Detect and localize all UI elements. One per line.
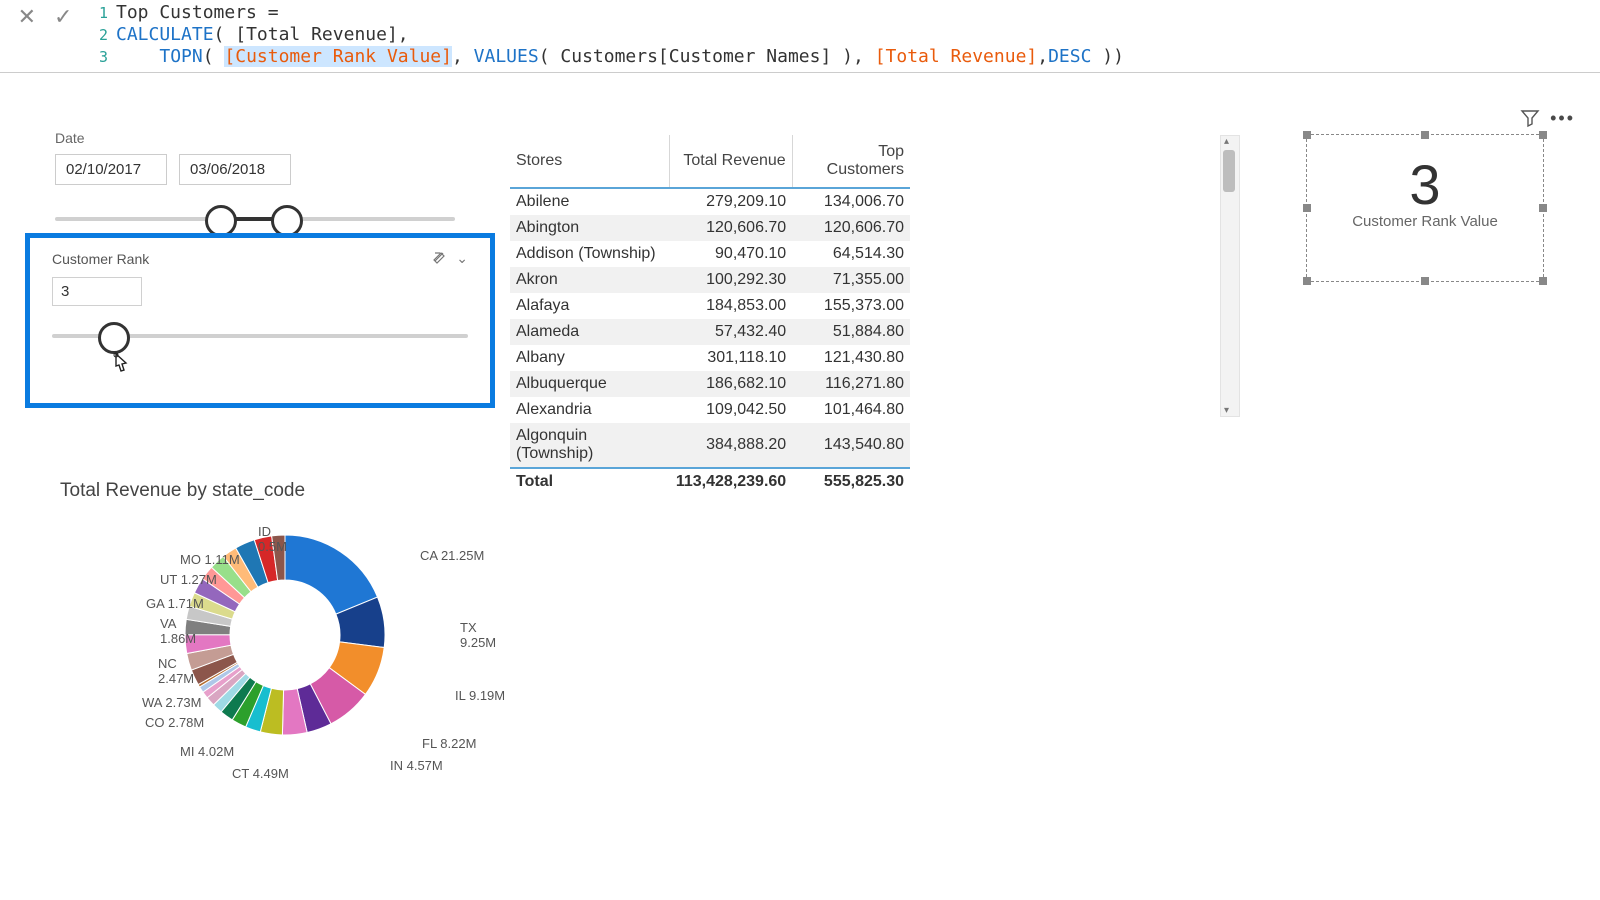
filter-icon[interactable] — [1520, 108, 1540, 133]
donut-label: IN 4.57M — [390, 758, 443, 773]
customer-rank-card[interactable]: 3 Customer Rank Value — [1310, 138, 1540, 278]
chevron-down-icon[interactable]: ⌄ — [456, 250, 468, 267]
dax-editor[interactable]: 1Top Customers = 2CALCULATE( [Total Reve… — [90, 0, 1600, 72]
date-from-input[interactable]: 02/10/2017 — [55, 154, 167, 185]
table-total-row: Total 113,428,239.60 555,825.30 — [510, 468, 910, 495]
cancel-formula-icon[interactable]: ✕ — [18, 4, 36, 30]
table-row[interactable]: Abington120,606.70120,606.70 — [510, 215, 910, 241]
clear-selection-icon[interactable] — [432, 250, 446, 267]
donut-label: VA 1.86M — [160, 616, 196, 646]
cursor-pointer-icon — [108, 352, 130, 384]
col-total-revenue[interactable]: Total Revenue — [670, 135, 792, 188]
table-row[interactable]: Albany301,118.10121,430.80 — [510, 345, 910, 371]
donut-label: CO 2.78M — [145, 715, 204, 730]
donut-label: CA 21.25M — [420, 548, 484, 563]
table-row[interactable]: Albuquerque186,682.10116,271.80 — [510, 371, 910, 397]
rank-value-input[interactable]: 3 — [52, 277, 142, 306]
donut-label: NC 2.47M — [158, 656, 194, 686]
donut-label: UT 1.27M — [160, 572, 217, 587]
selection-outline — [1306, 134, 1544, 282]
date-slicer-title: Date — [55, 130, 455, 146]
commit-formula-icon[interactable]: ✓ — [54, 4, 72, 30]
col-stores[interactable]: Stores — [510, 135, 670, 188]
donut-label: IL 9.19M — [455, 688, 505, 703]
table-row[interactable]: Alexandria109,042.50101,464.80 — [510, 397, 910, 423]
table-row[interactable]: Akron100,292.3071,355.00 — [510, 267, 910, 293]
more-options-icon[interactable]: ••• — [1550, 108, 1575, 129]
rank-slider[interactable] — [52, 316, 468, 366]
table-row[interactable]: Alafaya184,853.00155,373.00 — [510, 293, 910, 319]
customer-rank-slicer: Customer Rank ⌄ 3 — [25, 233, 495, 408]
donut-label: FL 8.22M — [422, 736, 476, 751]
donut-label: MI 4.02M — [180, 744, 234, 759]
donut-label: CT 4.49M — [232, 766, 289, 781]
rank-slider-handle[interactable] — [98, 322, 130, 354]
table-header-row: Stores Total Revenue Top Customers — [510, 135, 910, 188]
date-to-input[interactable]: 03/06/2018 — [179, 154, 291, 185]
donut-label: GA 1.71M — [146, 596, 204, 611]
table-row[interactable]: Alameda57,432.4051,884.80 — [510, 319, 910, 345]
scroll-thumb[interactable] — [1223, 150, 1235, 192]
rank-slicer-title: Customer Rank — [52, 251, 149, 267]
report-canvas: ••• Date 02/10/2017 03/06/2018 ••• Cu — [0, 80, 1600, 900]
revenue-donut-chart[interactable]: Total Revenue by state_code CA 21.25M TX… — [60, 480, 500, 808]
stores-table[interactable]: Stores Total Revenue Top Customers Abile… — [510, 135, 910, 495]
table-row[interactable]: Abilene279,209.10134,006.70 — [510, 188, 910, 215]
donut-title: Total Revenue by state_code — [60, 480, 500, 502]
table-row[interactable]: Algonquin (Township)384,888.20143,540.80 — [510, 423, 910, 468]
date-slicer: Date 02/10/2017 03/06/2018 ••• — [55, 130, 455, 239]
table-scrollbar[interactable]: ▴ ▾ — [1220, 135, 1240, 417]
col-top-customers[interactable]: Top Customers — [792, 135, 910, 188]
donut-label: TX 9.25M — [460, 620, 496, 650]
donut-label: ID 0.5M — [258, 524, 287, 554]
donut-label: MO 1.11M — [180, 552, 240, 567]
donut-label: WA 2.73M — [142, 695, 201, 710]
table-row[interactable]: Addison (Township)90,470.1064,514.30 — [510, 241, 910, 267]
formula-bar: ✕ ✓ 1Top Customers = 2CALCULATE( [Total … — [0, 0, 1600, 73]
